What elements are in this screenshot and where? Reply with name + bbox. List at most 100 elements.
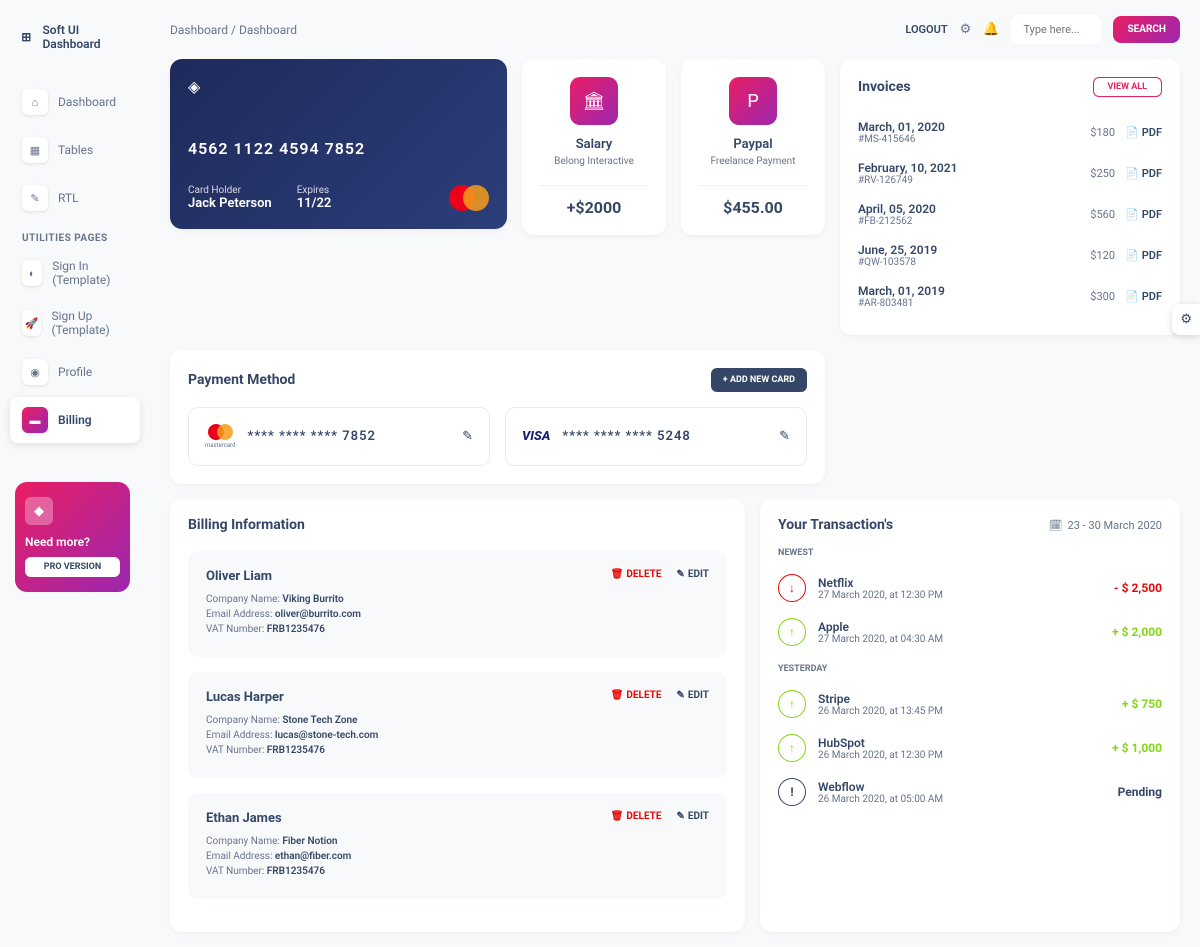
transaction-row: ↑Stripe26 March 2020, at 13:45 PM+ $ 750 [778,682,1162,726]
pencil-icon: ✎ [677,811,685,822]
arrow-up-icon: ↑ [778,690,806,718]
edit-button[interactable]: ✎EDIT [677,690,710,701]
pdf-icon: 📄 [1125,167,1139,180]
arrow-up-icon: ↑ [778,734,806,762]
arrow-down-icon: ↓ [778,574,806,602]
delete-button[interactable]: 🗑DELETE [611,690,662,701]
logo-icon: ⊞ [18,28,34,46]
viewall-button[interactable]: VIEW ALL [1093,77,1162,97]
pdf-icon: 📄 [1125,290,1139,303]
pdf-button[interactable]: 📄PDF [1125,126,1162,139]
logo[interactable]: ⊞ Soft UI Dashboard [10,15,140,59]
invoice-row: June, 25, 2019#QW-103578$120📄PDF [858,235,1162,276]
pdf-icon: 📄 [1125,126,1139,139]
breadcrumb-current: Dashboard [239,23,297,37]
delete-button[interactable]: 🗑DELETE [611,569,662,580]
transaction-row: ↓Netflix27 March 2020, at 12:30 PM- $ 2,… [778,566,1162,610]
trash-icon: 🗑 [611,569,624,580]
promo-card: ◆ Need more? PRO VERSION [15,482,130,592]
diamond-icon: ◆ [25,497,53,525]
invoice-row: April, 05, 2020#FB-212562$560📄PDF [858,194,1162,235]
edit-card-icon[interactable]: ✎ [779,429,790,444]
sidebar-item-tables[interactable]: ▦Tables [10,127,140,173]
transactions-card: Your Transaction's 🗓23 - 30 March 2020 N… [760,499,1180,932]
bank-icon: 🏛 [570,77,618,125]
pencil-icon: ✎ [677,690,685,701]
edit-card-icon[interactable]: ✎ [462,429,473,444]
card-holder: Jack Peterson [188,196,272,211]
sidebar: ⊞ Soft UI Dashboard ⌂Dashboard ▦Tables ✎… [0,0,150,947]
wifi-icon: ◈ [188,77,489,96]
breadcrumb: Dashboard / Dashboard [170,23,297,37]
search-button[interactable]: SEARCH [1113,16,1180,43]
logout-button[interactable]: LOGOUT [905,23,947,36]
profile-icon: ◉ [22,359,48,385]
paypal-card: P Paypal Freelance Payment $455.00 [681,59,825,235]
logo-text: Soft UI Dashboard [42,23,132,51]
sidebar-item-signup[interactable]: 🚀Sign Up (Template) [10,299,140,347]
arrow-pending-icon: ! [778,778,806,806]
card-expires: 11/22 [297,196,332,211]
invoice-row: March, 01, 2020#MS-415646$180📄PDF [858,112,1162,153]
pdf-button[interactable]: 📄PDF [1125,167,1162,180]
card-number: 4562 1122 4594 7852 [188,139,489,158]
transaction-row: ↑Apple27 March 2020, at 04:30 AM+ $ 2,00… [778,610,1162,654]
search-input[interactable] [1011,15,1101,44]
pdf-button[interactable]: 📄PDF [1125,249,1162,262]
pencil-icon: ✎ [677,569,685,580]
gear-icon: ⚙ [1180,312,1192,327]
payment-card-visa: VISA **** **** **** 5248 ✎ [505,407,807,466]
sidebar-item-signin[interactable]: ◐Sign In (Template) [10,249,140,297]
trans-section-label: NEWEST [778,548,1162,558]
invoice-row: February, 10, 2021#RV-126749$250📄PDF [858,153,1162,194]
paypal-icon: P [729,77,777,125]
visa-icon: VISA [522,429,550,444]
edit-button[interactable]: ✎EDIT [677,569,710,580]
billing-info-card: Billing Information Oliver Liam🗑DELETE✎E… [170,499,745,932]
payment-card-mastercard: mastercard **** **** **** 7852 ✎ [188,407,490,466]
gear-icon[interactable]: ⚙ [960,22,972,37]
nav-section-label: UTILITIES PAGES [10,223,140,249]
pdf-icon: 📄 [1125,249,1139,262]
transactions-title: Your Transaction's [778,517,893,533]
mastercard-icon: mastercard [205,424,236,449]
table-icon: ▦ [22,137,48,163]
transactions-range: 🗓23 - 30 March 2020 [1049,519,1162,532]
settings-float-button[interactable]: ⚙ [1172,304,1200,335]
pdf-icon: 📄 [1125,208,1139,221]
payment-method-card: Payment Method + ADD NEW CARD mastercard… [170,350,825,484]
promo-title: Need more? [25,535,120,549]
rtl-icon: ✎ [22,185,48,211]
mastercard-icon [449,185,489,211]
sidebar-item-dashboard[interactable]: ⌂Dashboard [10,79,140,125]
sidebar-item-billing[interactable]: ▬Billing [10,397,140,443]
edit-button[interactable]: ✎EDIT [677,811,710,822]
sidebar-item-rtl[interactable]: ✎RTL [10,175,140,221]
trash-icon: 🗑 [611,811,624,822]
signup-icon: 🚀 [22,310,41,336]
arrow-up-icon: ↑ [778,618,806,646]
home-icon: ⌂ [22,89,48,115]
billing-title: Billing Information [188,517,727,533]
sidebar-item-profile[interactable]: ◉Profile [10,349,140,395]
add-card-button[interactable]: + ADD NEW CARD [711,368,807,392]
pdf-button[interactable]: 📄PDF [1125,290,1162,303]
trash-icon: 🗑 [611,690,624,701]
breadcrumb-root[interactable]: Dashboard [170,23,228,37]
delete-button[interactable]: 🗑DELETE [611,811,662,822]
invoice-row: March, 01, 2019#AR-803481$300📄PDF [858,276,1162,317]
pdf-button[interactable]: 📄PDF [1125,208,1162,221]
invoices-title: Invoices [858,79,911,95]
main-content: Dashboard / Dashboard LOGOUT ⚙ 🔔 SEARCH … [150,0,1200,947]
transaction-row: ↑HubSpot26 March 2020, at 12:30 PM+ $ 1,… [778,726,1162,770]
payment-title: Payment Method [188,372,295,388]
billing-item: Lucas Harper🗑DELETE✎EDITCompany Name: St… [188,672,727,778]
pro-version-button[interactable]: PRO VERSION [25,557,120,577]
transaction-row: !Webflow26 March 2020, at 05:00 AMPendin… [778,770,1162,814]
calendar-icon: 🗓 [1049,519,1063,532]
bell-icon[interactable]: 🔔 [983,22,999,37]
trans-section-label: YESTERDAY [778,664,1162,674]
credit-card: ◈ 4562 1122 4594 7852 Card HolderJack Pe… [170,59,507,229]
billing-item: Oliver Liam🗑DELETE✎EDITCompany Name: Vik… [188,551,727,657]
billing-item: Ethan James🗑DELETE✎EDITCompany Name: Fib… [188,793,727,899]
